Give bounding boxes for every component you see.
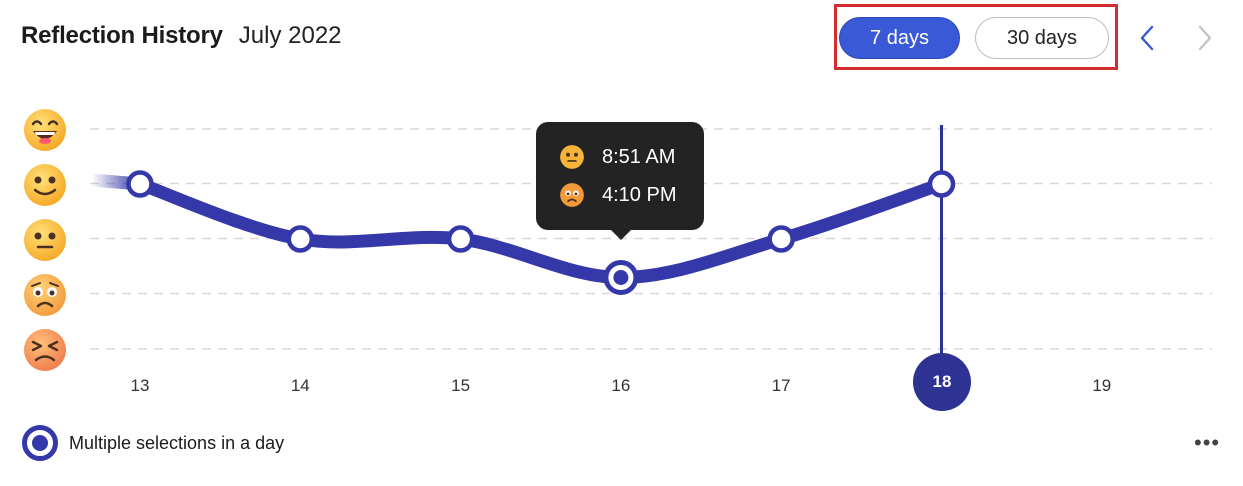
x-tick-label[interactable]: 15	[441, 376, 481, 396]
mood-line-chart	[90, 125, 1212, 360]
chart-legend: Multiple selections in a day	[21, 424, 284, 462]
x-tick-label[interactable]: 13	[120, 376, 160, 396]
data-point[interactable]	[446, 225, 475, 253]
tooltip-entry: 4:10 PM	[559, 182, 676, 208]
data-point[interactable]	[767, 225, 795, 253]
x-tick-label[interactable]: 14	[280, 376, 320, 396]
more-options-button[interactable]: •••	[1194, 430, 1220, 456]
legend-label: Multiple selections in a day	[69, 432, 285, 453]
neutral-face-icon	[560, 145, 584, 169]
x-tick-label[interactable]: 16	[601, 376, 641, 396]
entries-tooltip: 8:51 AM 4:10 PM	[536, 122, 704, 240]
x-tick-label[interactable]: 19	[1082, 376, 1122, 396]
x-tick-label[interactable]: 17	[761, 376, 801, 396]
tooltip-time: 4:10 PM	[602, 183, 677, 206]
data-point[interactable]	[126, 170, 154, 198]
data-point[interactable]	[927, 170, 956, 198]
multiple-selection-marker-icon	[22, 425, 58, 461]
data-point[interactable]	[286, 225, 315, 253]
multiple-selection-dot	[613, 270, 629, 285]
worried-face-icon	[560, 183, 584, 207]
tooltip-entry: 8:51 AM	[559, 144, 675, 170]
selected-day-badge[interactable]: 18	[913, 353, 971, 411]
tooltip-time: 8:51 AM	[602, 145, 676, 168]
